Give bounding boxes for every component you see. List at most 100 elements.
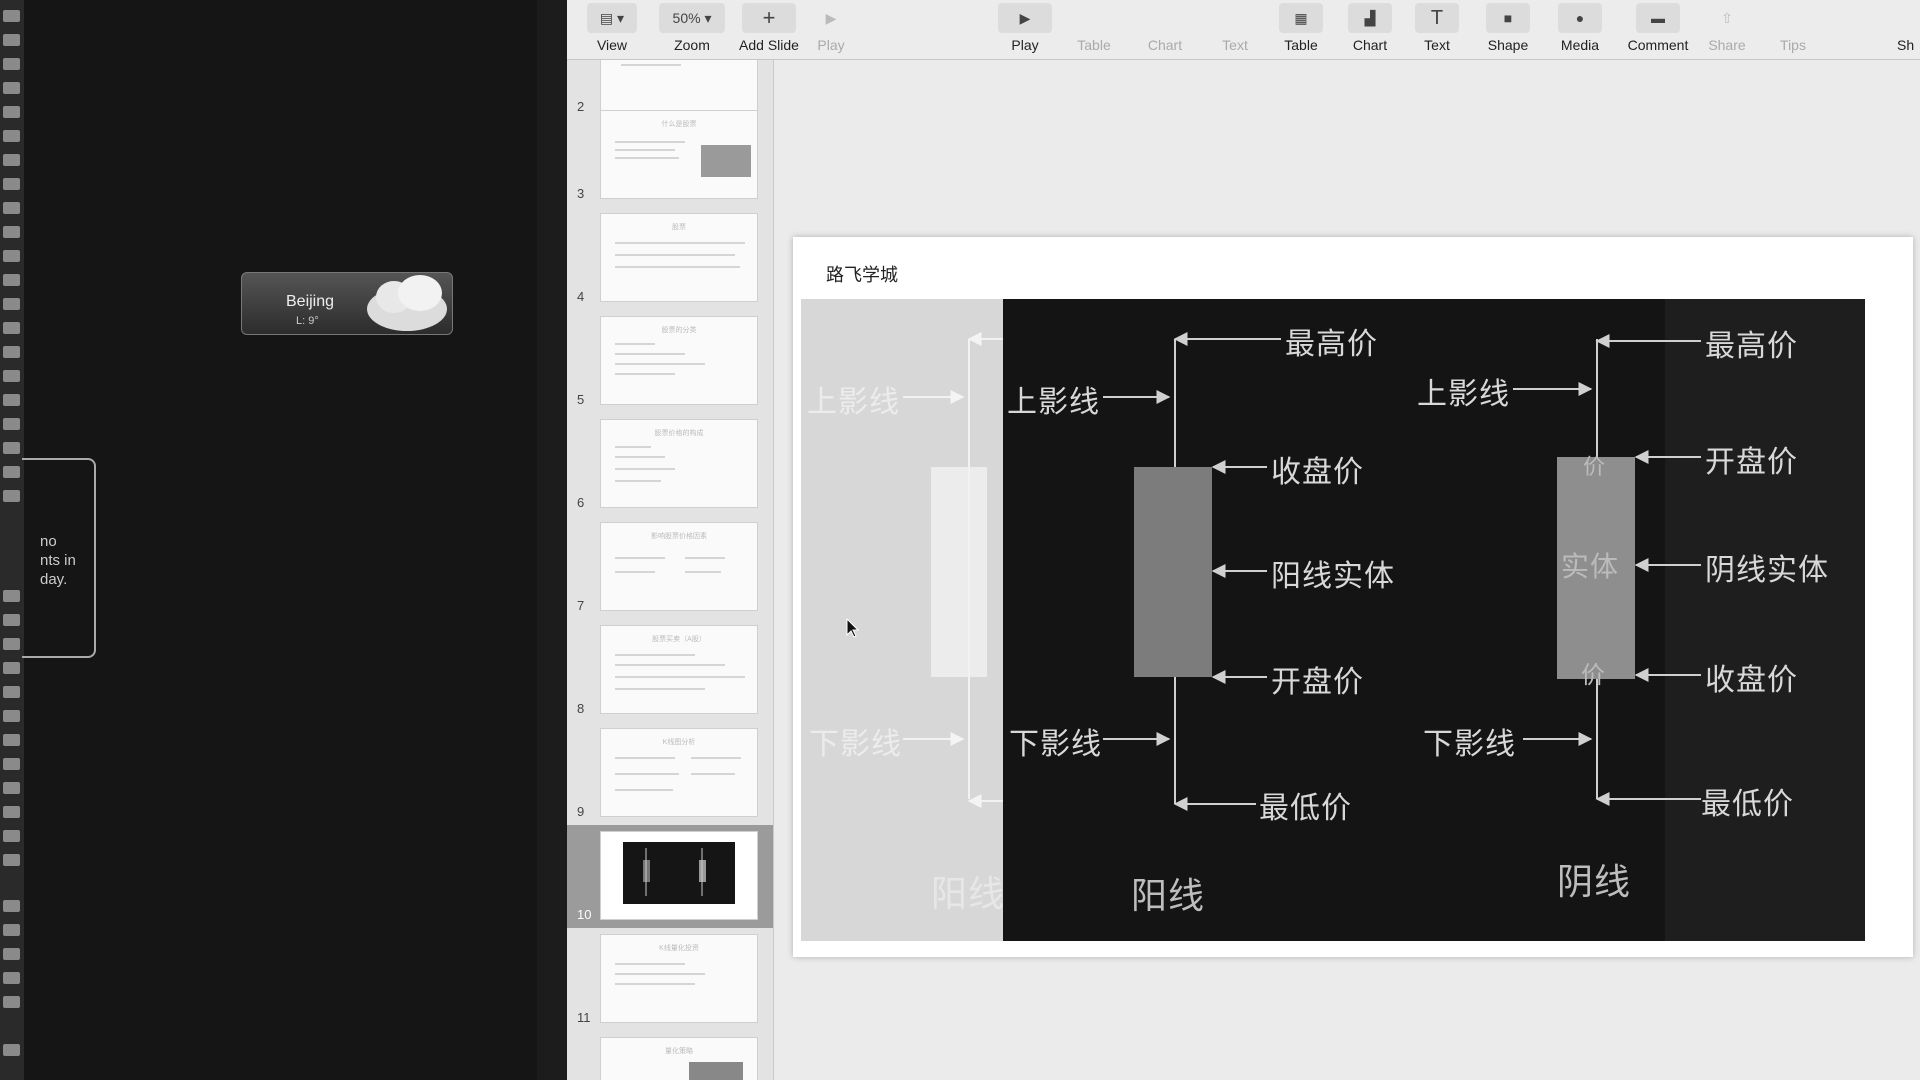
dock-app-icon[interactable] — [3, 662, 20, 674]
dock-app-icon[interactable] — [3, 830, 20, 842]
dock-app-icon[interactable] — [3, 710, 20, 722]
dock-app-icon[interactable] — [3, 346, 20, 358]
dock-app-icon[interactable] — [3, 734, 20, 746]
toolbar-add-slide[interactable]: + Add Slide — [731, 3, 807, 53]
toolbar-share-cut[interactable]: Sh — [1897, 3, 1920, 53]
slide-thumbnail[interactable]: 股票买卖（A股） — [600, 625, 758, 714]
slide-thumbnail-row[interactable]: 股票 4 — [567, 207, 773, 310]
slide-thumbnail[interactable]: 股票价格的构成 — [600, 419, 758, 508]
slide-thumbnail-row[interactable]: 影响股票价格因素 7 — [567, 516, 773, 619]
toolbar-share[interactable]: ⇧ Share — [1699, 3, 1755, 54]
yin-caption-label: 阴线 — [1557, 862, 1632, 903]
dock-app-icon[interactable] — [3, 466, 20, 478]
dock-app-icon[interactable] — [3, 758, 20, 770]
ghost-caption-label: 阳线 — [931, 874, 1006, 915]
dock-app-icon[interactable] — [3, 322, 20, 334]
dock-app-icon[interactable] — [3, 298, 20, 310]
slide[interactable]: 路飞学城 上影线 下影线 阳线 上影线 下影线 最高价 收盘价 阳线实体 开盘价… — [793, 237, 1913, 957]
dock-app-icon[interactable] — [3, 58, 20, 70]
toolbar-table[interactable]: ▦ Table — [1270, 3, 1332, 53]
slide-thumbnail[interactable]: 股票 — [600, 213, 758, 302]
slide-thumbnail[interactable]: 量化策略 — [600, 1037, 758, 1080]
dock-app-icon[interactable] — [3, 274, 20, 286]
dock-app-icon[interactable] — [3, 900, 20, 912]
toolbar-tips[interactable]: Tips — [1771, 3, 1815, 53]
toolbar-media[interactable]: ● Media — [1550, 3, 1610, 53]
dock-app-icon[interactable] — [3, 1044, 20, 1056]
slide-thumbnail-row[interactable]: 什么是股票 3 — [567, 104, 773, 207]
toolbar-text[interactable]: T Text — [1407, 3, 1467, 53]
thumb-text-line — [615, 557, 665, 559]
slide-thumbnail-row[interactable]: 股票价格的构成 6 — [567, 413, 773, 516]
dock-app-icon[interactable] — [3, 154, 20, 166]
slide-thumbnail[interactable]: K线量化投资 — [600, 934, 758, 1023]
thumb-text-line — [685, 571, 721, 573]
toolbar-view[interactable]: ▤ ▾ View — [583, 3, 641, 53]
ghost-candle — [903, 332, 1003, 808]
toolbar-chart-dim[interactable]: Chart — [1141, 3, 1189, 53]
slide-thumbnail[interactable]: 股票的分类 — [600, 316, 758, 405]
dock-app-icon[interactable] — [3, 854, 20, 866]
yang-caption-label: 阳线 — [1131, 876, 1206, 917]
weather-widget[interactable]: Beijing L: 9° — [241, 272, 453, 335]
slide-thumbnail[interactable]: K线图分析 — [600, 728, 758, 817]
dock-app-icon[interactable] — [3, 370, 20, 382]
dock-app-icon[interactable] — [3, 614, 20, 626]
dock-app-icon[interactable] — [3, 82, 20, 94]
toolbar-play-dim[interactable]: ▶ Play — [811, 3, 851, 54]
screen: Beijing L: 9° no nts in day. ▤ ▾ View 50… — [0, 0, 1920, 1080]
slide-thumbnail-row[interactable]: 股票的分类 5 — [567, 310, 773, 413]
candlestick-lines — [903, 332, 1701, 811]
toolbar-zoom[interactable]: 50% ▾ Zoom — [655, 3, 729, 53]
slide-thumbnail-selected[interactable] — [600, 831, 758, 920]
dock-app-icon[interactable] — [3, 924, 20, 936]
toolbar-table-dim[interactable]: Table — [1070, 3, 1118, 53]
dock-app-icon[interactable] — [3, 418, 20, 430]
yin-close-price-label: 收盘价 — [1705, 663, 1798, 698]
dock-app-icon[interactable] — [3, 394, 20, 406]
dock-app-icon[interactable] — [3, 782, 20, 794]
toolbar-shape[interactable]: ■ Shape — [1478, 3, 1538, 53]
dock-app-icon[interactable] — [3, 130, 20, 142]
toolbar-comment[interactable]: ▬ Comment — [1620, 3, 1696, 53]
dock-app-icon[interactable] — [3, 442, 20, 454]
dock-app-icon[interactable] — [3, 638, 20, 650]
dock-app-icon[interactable] — [3, 10, 20, 22]
dock-app-icon[interactable] — [3, 686, 20, 698]
candlestick-diagram-image[interactable]: 上影线 下影线 阳线 上影线 下影线 最高价 收盘价 阳线实体 开盘价 最低价 … — [801, 299, 1865, 941]
slide-thumbnail-row-selected[interactable]: 10 — [567, 825, 773, 928]
dock-app-icon[interactable] — [3, 948, 20, 960]
dock-app-icon[interactable] — [3, 996, 20, 1008]
dock-app-icon[interactable] — [3, 590, 20, 602]
slide-thumbnail-row[interactable]: 量化策略 12 — [567, 1031, 773, 1080]
calendar-widget[interactable]: no nts in day. — [22, 458, 96, 658]
slide-thumbnail-row[interactable]: 股票买卖（A股） 8 — [567, 619, 773, 722]
dock-app-icon[interactable] — [3, 178, 20, 190]
dock-app-icon[interactable] — [3, 106, 20, 118]
thumb-text-line — [615, 789, 673, 791]
slide-thumbnail-row[interactable]: K线图分析 9 — [567, 722, 773, 825]
slide-thumbnail-row[interactable]: K线量化投资 11 — [567, 928, 773, 1031]
slide-header-text[interactable]: 路飞学城 — [826, 261, 898, 287]
slide-thumbnail[interactable]: 影响股票价格因素 — [600, 522, 758, 611]
dock-app-icon[interactable] — [3, 34, 20, 46]
dock-app-icon[interactable] — [3, 490, 20, 502]
dock-app-icon[interactable] — [3, 202, 20, 214]
thumb-title: 股票的分类 — [661, 327, 697, 334]
slide-number: 10 — [577, 907, 592, 922]
toolbar-text-label: Text — [1424, 37, 1450, 53]
thumb-title: K线图分析 — [662, 739, 696, 746]
toolbar-text-dim[interactable]: Text — [1213, 3, 1257, 53]
dock-app-icon[interactable] — [3, 250, 20, 262]
slide-thumbnail[interactable]: 什么是股票 — [600, 110, 758, 199]
toolbar-chart[interactable]: ▟ Chart — [1339, 3, 1401, 53]
toolbar-play[interactable]: ▶ Play — [997, 3, 1053, 53]
thumb-text-line — [615, 664, 725, 666]
dock-app-icon[interactable] — [3, 226, 20, 238]
yang-open-price-label: 开盘价 — [1271, 665, 1364, 700]
dock-app-icon[interactable] — [3, 806, 20, 818]
thumb-text-line — [615, 149, 675, 151]
toolbar-text-dim-label: Text — [1222, 37, 1248, 53]
dock-app-icon[interactable] — [3, 972, 20, 984]
thumb-text-line — [615, 654, 695, 656]
